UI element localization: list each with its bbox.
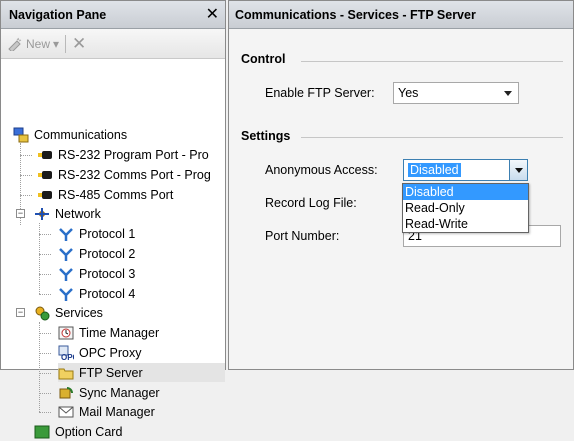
mail-icon — [58, 406, 74, 417]
tree-item-label: Services — [55, 305, 103, 320]
tree-item-opc-proxy[interactable]: OPC OPC Proxy — [58, 343, 142, 362]
tree-item-protocol-1[interactable]: Protocol 1 — [58, 224, 135, 243]
tree-item-label: RS-232 Comms Port - Prog — [58, 167, 211, 182]
enable-ftp-select[interactable]: Yes — [393, 82, 519, 104]
tree-item-services[interactable]: Services — [34, 303, 103, 322]
tree-item-label: Protocol 4 — [79, 286, 136, 301]
services-gear-icon — [35, 306, 50, 320]
tree-item-sync-manager[interactable]: Sync Manager — [58, 383, 160, 402]
anonymous-access-label: Anonymous Access: — [265, 163, 378, 177]
dropdown-option-disabled[interactable]: Disabled — [403, 184, 528, 200]
tree-item-label: Time Manager — [79, 325, 160, 340]
ftp-server-panel: Communications - Services - FTP Server C… — [228, 0, 574, 370]
navigation-pane-title: Navigation Pane — [9, 7, 107, 22]
svg-text:OPC: OPC — [61, 353, 74, 361]
navigation-pane-header: Navigation Pane ✕ — [1, 1, 225, 29]
tree-item-label: Sync Manager — [79, 385, 160, 400]
tree-item-network[interactable]: Network — [34, 204, 101, 223]
new-item-icon — [8, 37, 22, 51]
chevron-down-icon: ▾ — [53, 36, 60, 51]
tree-item-ftp-server[interactable]: FTP Server — [58, 363, 225, 382]
tree-item-label: FTP Server — [79, 365, 143, 380]
tree-item-rs232-program-port[interactable]: RS-232 Program Port - Pro — [37, 145, 209, 164]
close-icon[interactable]: ✕ — [206, 6, 219, 23]
tree-item-label: Protocol 2 — [79, 246, 136, 261]
tree-item-label: Option Card — [55, 424, 123, 439]
delete-icon[interactable]: ✕ — [72, 34, 86, 54]
tree-item-label: OPC Proxy — [79, 345, 142, 360]
protocol-icon — [59, 247, 73, 261]
panel-header: Communications - Services - FTP Server — [229, 1, 573, 29]
record-log-label: Record Log File: — [265, 196, 357, 210]
opc-proxy-icon: OPC — [58, 345, 74, 361]
ftp-folder-icon — [58, 368, 74, 379]
sync-icon — [59, 386, 73, 398]
panel-title: Communications - Services - FTP Server — [235, 7, 476, 22]
serial-port-icon — [38, 150, 52, 159]
section-divider — [301, 137, 563, 138]
navigation-tree: Communications RS-232 Program Port - Pro… — [1, 59, 225, 439]
enable-ftp-label: Enable FTP Server: — [265, 86, 375, 100]
navigation-pane: Navigation Pane ✕ New ▾ ✕ Communications… — [0, 0, 226, 439]
anonymous-access-select[interactable]: Disabled — [403, 159, 528, 181]
section-divider — [301, 61, 563, 62]
communications-icon — [13, 127, 29, 142]
clock-icon — [58, 326, 74, 339]
tree-item-label: Protocol 3 — [79, 266, 136, 281]
serial-port-icon — [38, 170, 52, 179]
anonymous-access-dropdown: Disabled Read-Only Read-Write — [402, 183, 529, 233]
network-icon — [35, 207, 49, 220]
dropdown-option-read-write[interactable]: Read-Write — [403, 216, 528, 232]
dropdown-option-read-only[interactable]: Read-Only — [403, 200, 528, 216]
new-button[interactable]: New ▾ — [7, 37, 59, 51]
tree-item-protocol-2[interactable]: Protocol 2 — [58, 244, 135, 263]
tree-item-label: RS-232 Program Port - Pro — [58, 147, 209, 162]
enable-ftp-value: Yes — [398, 86, 419, 100]
tree-item-time-manager[interactable]: Time Manager — [58, 323, 159, 342]
tree-item-label: Mail Manager — [79, 404, 155, 419]
chevron-down-icon — [504, 91, 512, 96]
services-expander[interactable]: − — [16, 308, 25, 317]
new-button-label: New — [26, 36, 51, 51]
anonymous-access-value: Disabled — [408, 163, 461, 177]
toolbar-separator — [65, 34, 67, 53]
serial-port-icon — [38, 190, 52, 199]
control-section-title: Control — [241, 52, 286, 66]
protocol-icon — [59, 267, 73, 281]
port-number-label: Port Number: — [265, 229, 340, 243]
tree-item-communications[interactable]: Communications — [13, 125, 127, 144]
dropdown-toggle-button[interactable] — [509, 160, 527, 180]
tree-item-label: Protocol 1 — [79, 226, 136, 241]
option-card-icon — [34, 425, 50, 438]
tree-item-option-card[interactable]: Option Card — [34, 422, 122, 441]
nav-toolbar: New ▾ ✕ — [1, 29, 225, 59]
tree-item-rs232-comms-port[interactable]: RS-232 Comms Port - Prog — [37, 165, 211, 184]
settings-section-title: Settings — [241, 129, 291, 143]
tree-item-protocol-4[interactable]: Protocol 4 — [58, 284, 135, 303]
tree-item-mail-manager[interactable]: Mail Manager — [58, 402, 155, 421]
tree-item-label: Network — [55, 206, 101, 221]
tree-item-label: RS-485 Comms Port — [58, 187, 174, 202]
tree-item-protocol-3[interactable]: Protocol 3 — [58, 264, 135, 283]
protocol-icon — [59, 287, 73, 301]
tree-item-label: Communications — [34, 127, 128, 142]
network-expander[interactable]: − — [16, 209, 25, 218]
tree-item-rs485-comms-port[interactable]: RS-485 Comms Port — [37, 185, 173, 204]
protocol-icon — [59, 227, 73, 241]
